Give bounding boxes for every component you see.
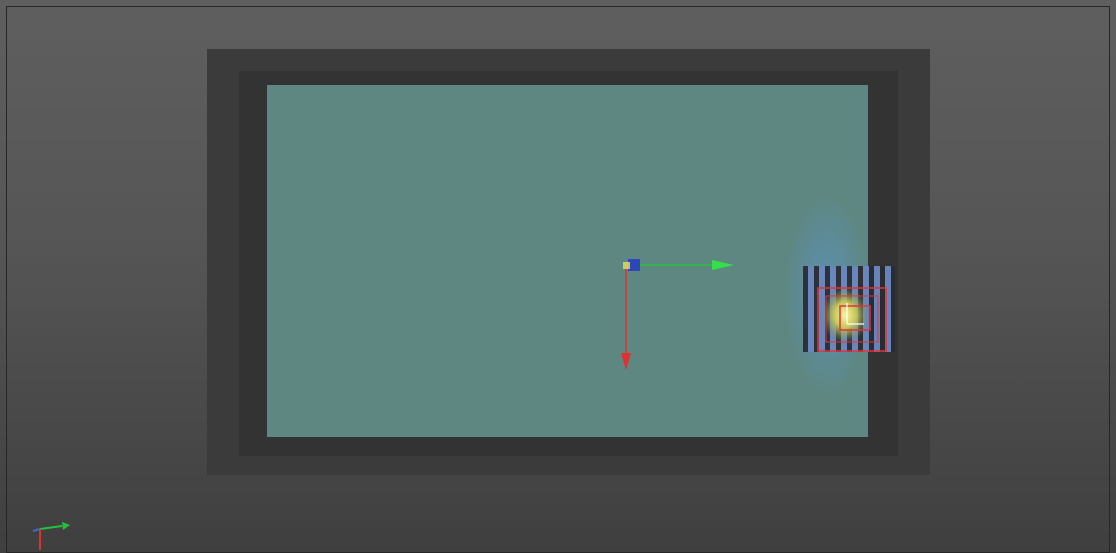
view-axis-z: [32, 528, 41, 532]
x-axis-arrow[interactable]: [712, 260, 734, 270]
view-axis-x-tip: [62, 522, 70, 530]
y-axis-arrow[interactable]: [621, 353, 631, 370]
view-axis-x: [39, 525, 63, 530]
move-manipulator-icon[interactable]: [621, 259, 734, 370]
viewport-3d[interactable]: [0, 0, 1116, 553]
viewport-overlay: [32, 259, 895, 550]
light-core: [821, 287, 869, 343]
manipulator-plane-handle[interactable]: [623, 262, 630, 269]
spot-light-icon[interactable]: [803, 266, 895, 352]
view-axis-icon: [32, 522, 70, 550]
